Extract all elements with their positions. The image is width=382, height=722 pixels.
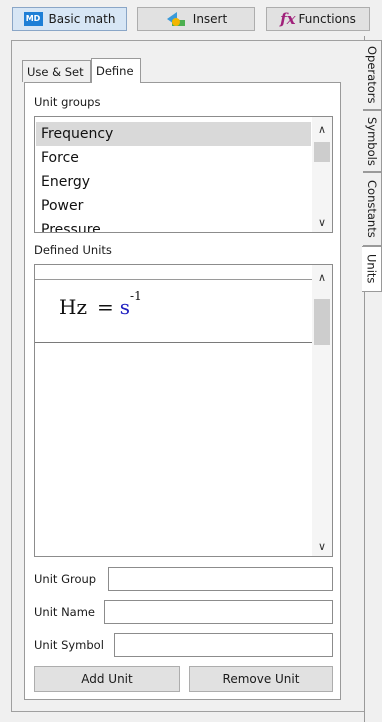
scroll-down-icon[interactable]: ∨	[312, 538, 332, 556]
list-item-frequency[interactable]: Frequency	[36, 122, 311, 146]
tab-use-and-set[interactable]: Use & Set	[22, 60, 91, 82]
function-fx-icon: fx	[280, 10, 296, 28]
unit-name-label: Unit Name	[34, 605, 95, 619]
tab-seam	[92, 81, 140, 84]
unit-symbol-label: Unit Symbol	[34, 638, 104, 652]
remove-unit-label: Remove Unit	[222, 672, 300, 686]
list-item-power[interactable]: Power	[36, 194, 311, 218]
pane-border-bottom	[11, 711, 364, 712]
tab-units[interactable]: Units	[362, 246, 382, 292]
equals-sign: =	[96, 295, 114, 319]
unit-definition-formula[interactable]: Hz = s-1	[59, 289, 142, 319]
tab-constants[interactable]: Constants	[363, 172, 382, 246]
defined-units-label: Defined Units	[34, 243, 112, 257]
base-unit: s	[119, 295, 131, 319]
tab-operators-label: Operators	[365, 46, 379, 104]
tab-define[interactable]: Define	[91, 58, 141, 83]
add-unit-button[interactable]: Add Unit	[34, 666, 180, 692]
scroll-thumb[interactable]	[314, 142, 330, 162]
tab-constants-label: Constants	[365, 180, 379, 238]
tab-symbols-label: Symbols	[365, 116, 379, 166]
tab-define-label: Define	[96, 64, 134, 78]
unit-group-field[interactable]	[108, 567, 333, 591]
tab-operators[interactable]: Operators	[363, 40, 382, 110]
scroll-thumb[interactable]	[314, 299, 330, 345]
functions-button[interactable]: fx Functions	[266, 7, 370, 31]
unit-name-field[interactable]	[104, 600, 333, 624]
tab-symbols[interactable]: Symbols	[363, 110, 382, 172]
unit-group-label: Unit Group	[34, 572, 97, 586]
basic-math-button[interactable]: MD Basic math	[12, 7, 127, 31]
insert-button[interactable]: Insert	[137, 7, 255, 31]
defined-units-list[interactable]: Hz = s-1 ∧ ∨	[34, 264, 333, 557]
tab-units-label: Units	[364, 254, 379, 284]
pane-border-top	[11, 40, 364, 41]
list-item-force[interactable]: Force	[36, 146, 311, 170]
unit-symbol: Hz	[59, 295, 87, 319]
unit-groups-list[interactable]: Frequency Force Energy Power Pressure ∧ …	[34, 116, 333, 233]
md-logo-icon: MD	[23, 12, 43, 26]
unit-groups-scrollbar[interactable]: ∧ ∨	[312, 117, 332, 232]
row-divider	[35, 342, 313, 343]
tab-use-and-set-label: Use & Set	[27, 64, 84, 79]
defined-units-scrollbar[interactable]: ∧ ∨	[312, 265, 332, 556]
scroll-up-icon[interactable]: ∧	[312, 269, 332, 287]
functions-label: Functions	[298, 12, 356, 26]
pane-border	[11, 40, 12, 712]
basic-math-label: Basic math	[48, 12, 116, 26]
list-item-energy[interactable]: Energy	[36, 170, 311, 194]
add-unit-label: Add Unit	[81, 672, 133, 686]
unit-symbol-field[interactable]	[114, 633, 333, 657]
insert-icon	[165, 11, 187, 27]
insert-label: Insert	[192, 12, 228, 26]
row-divider	[35, 279, 313, 280]
list-item-pressure[interactable]: Pressure	[36, 218, 311, 232]
scroll-up-icon[interactable]: ∧	[312, 121, 332, 139]
unit-exponent: -1	[130, 289, 142, 304]
scroll-down-icon[interactable]: ∨	[312, 214, 332, 232]
unit-groups-label: Unit groups	[34, 95, 101, 109]
remove-unit-button[interactable]: Remove Unit	[189, 666, 333, 692]
